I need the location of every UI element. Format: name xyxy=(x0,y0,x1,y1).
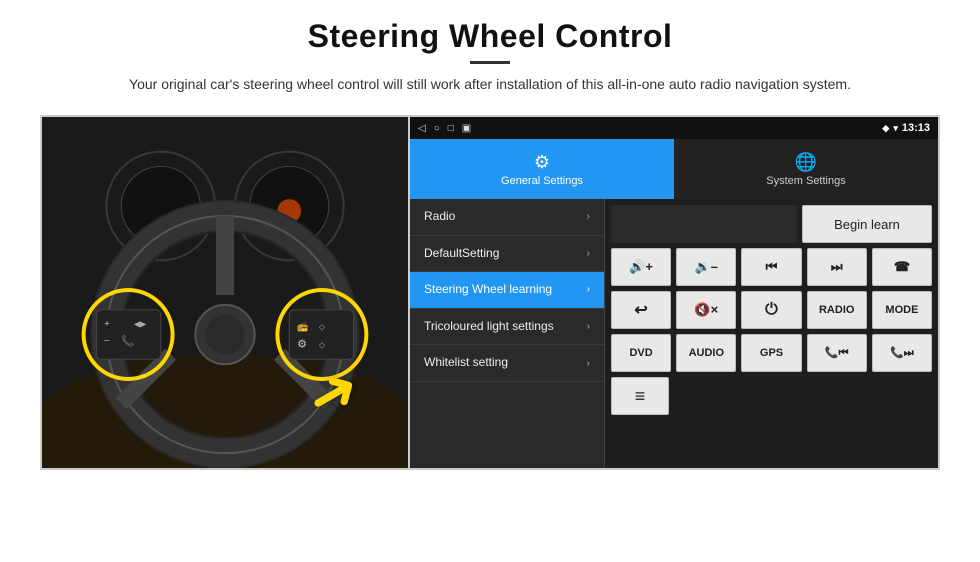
button-row-1: 🔊+ 🔉– ⏮ ⏭ ☎ xyxy=(611,248,932,286)
tab-system[interactable]: 🌐 System Settings xyxy=(674,139,938,199)
list-button[interactable]: ≡ xyxy=(611,377,669,415)
screen-icon: ▣ xyxy=(462,123,471,134)
svg-text:◇: ◇ xyxy=(319,340,326,349)
list-icon: ≡ xyxy=(635,386,646,407)
svg-text:⚙: ⚙ xyxy=(297,338,307,350)
settings-tabs: ⚙ General Settings 🌐 System Settings xyxy=(410,139,938,199)
phone-next-icon: 📞⏭ xyxy=(890,346,914,360)
page-container: Steering Wheel Control Your original car… xyxy=(0,0,980,562)
android-ui: ◁ ○ □ ▣ ◆ ▾ 13:13 ⚙ General Settings xyxy=(410,115,940,470)
left-menu: Radio › DefaultSetting › Steering Wheel … xyxy=(410,199,605,468)
mute-button[interactable]: 🔇× xyxy=(676,291,736,329)
recents-icon: □ xyxy=(448,123,454,134)
svg-text:📻: 📻 xyxy=(297,322,308,332)
right-panel: Begin learn 🔊+ 🔉– ⏮ xyxy=(605,199,938,468)
menu-item-radio[interactable]: Radio › xyxy=(410,199,604,236)
svg-text:–: – xyxy=(104,334,109,344)
tab-general-label: General Settings xyxy=(501,175,583,187)
chevron-icon: › xyxy=(587,358,590,369)
phone-next-button[interactable]: 📞⏭ xyxy=(872,334,932,372)
audio-button[interactable]: AUDIO xyxy=(676,334,736,372)
dvd-button[interactable]: DVD xyxy=(611,334,671,372)
radio-button[interactable]: RADIO xyxy=(807,291,867,329)
gps-button[interactable]: GPS xyxy=(741,334,801,372)
title-section: Steering Wheel Control Your original car… xyxy=(129,18,851,95)
vol-down-icon: 🔉– xyxy=(695,259,718,275)
tab-general[interactable]: ⚙ General Settings xyxy=(410,139,674,199)
title-divider xyxy=(470,61,510,64)
radio-label: RADIO xyxy=(819,304,854,316)
vol-up-icon: 🔊+ xyxy=(629,259,653,275)
button-row-2: ↩ 🔇× ⏻ RADIO MODE xyxy=(611,291,932,329)
menu-item-steering[interactable]: Steering Wheel learning › xyxy=(410,272,604,309)
top-row: Begin learn xyxy=(611,205,932,243)
vol-down-button[interactable]: 🔉– xyxy=(676,248,736,286)
chevron-icon: › xyxy=(587,211,590,222)
menu-item-default[interactable]: DefaultSetting › xyxy=(410,236,604,273)
svg-text:◇: ◇ xyxy=(319,323,326,332)
chevron-icon: › xyxy=(587,321,590,332)
status-bar-left: ◁ ○ □ ▣ xyxy=(418,123,471,134)
power-button[interactable]: ⏻ xyxy=(741,291,801,329)
menu-item-whitelist[interactable]: Whitelist setting › xyxy=(410,345,604,382)
button-row-3: DVD AUDIO GPS 📞⏮ 📞⏭ xyxy=(611,334,932,372)
menu-default-label: DefaultSetting xyxy=(424,246,587,262)
hangup-button[interactable]: ↩ xyxy=(611,291,671,329)
home-icon: ○ xyxy=(434,123,440,134)
mode-button[interactable]: MODE xyxy=(872,291,932,329)
begin-learn-button[interactable]: Begin learn xyxy=(802,205,932,243)
hangup-icon: ↩ xyxy=(634,300,647,320)
chevron-icon: › xyxy=(587,248,590,259)
menu-whitelist-label: Whitelist setting xyxy=(424,355,587,371)
power-icon: ⏻ xyxy=(765,301,778,319)
back-icon: ◁ xyxy=(418,123,426,134)
content-area: + – 📞 ◀▶ 📻 ◇ ⚙ ◇ ➜ ◁ xyxy=(40,115,940,470)
page-title: Steering Wheel Control xyxy=(129,18,851,55)
menu-tricoloured-label: Tricoloured light settings xyxy=(424,319,587,335)
prev-button[interactable]: ⏮ xyxy=(741,248,801,286)
chevron-icon: › xyxy=(587,284,590,295)
phone-icon: ☎ xyxy=(894,259,910,275)
system-settings-icon: 🌐 xyxy=(795,152,817,173)
svg-text:📞: 📞 xyxy=(121,333,135,347)
svg-text:+: + xyxy=(104,319,109,329)
main-content: Radio › DefaultSetting › Steering Wheel … xyxy=(410,199,938,468)
location-icon: ◆ xyxy=(882,123,889,134)
audio-label: AUDIO xyxy=(689,347,724,359)
phone-button[interactable]: ☎ xyxy=(872,248,932,286)
next-icon: ⏭ xyxy=(831,259,843,275)
subtitle: Your original car's steering wheel contr… xyxy=(129,74,851,95)
wifi-icon: ▾ xyxy=(893,123,898,134)
next-button[interactable]: ⏭ xyxy=(807,248,867,286)
status-bar-right: ◆ ▾ 13:13 xyxy=(882,122,930,134)
gps-label: GPS xyxy=(760,347,783,359)
menu-radio-label: Radio xyxy=(424,209,587,225)
blank-area xyxy=(611,205,797,243)
status-bar: ◁ ○ □ ▣ ◆ ▾ 13:13 xyxy=(410,117,938,139)
general-settings-icon: ⚙ xyxy=(534,152,550,173)
mute-icon: 🔇× xyxy=(694,302,718,318)
phone-prev-button[interactable]: 📞⏮ xyxy=(807,334,867,372)
prev-icon: ⏮ xyxy=(766,259,778,275)
menu-item-tricoloured[interactable]: Tricoloured light settings › xyxy=(410,309,604,346)
svg-text:◀▶: ◀▶ xyxy=(134,320,147,329)
dvd-label: DVD xyxy=(629,347,652,359)
phone-prev-icon: 📞⏮ xyxy=(825,346,849,360)
mode-label: MODE xyxy=(885,304,918,316)
menu-steering-label: Steering Wheel learning xyxy=(424,282,587,298)
tab-system-label: System Settings xyxy=(766,175,845,187)
steering-wheel-image: + – 📞 ◀▶ 📻 ◇ ⚙ ◇ ➜ xyxy=(40,115,410,470)
clock: 13:13 xyxy=(902,122,930,134)
button-row-4: ≡ xyxy=(611,377,932,415)
vol-up-button[interactable]: 🔊+ xyxy=(611,248,671,286)
